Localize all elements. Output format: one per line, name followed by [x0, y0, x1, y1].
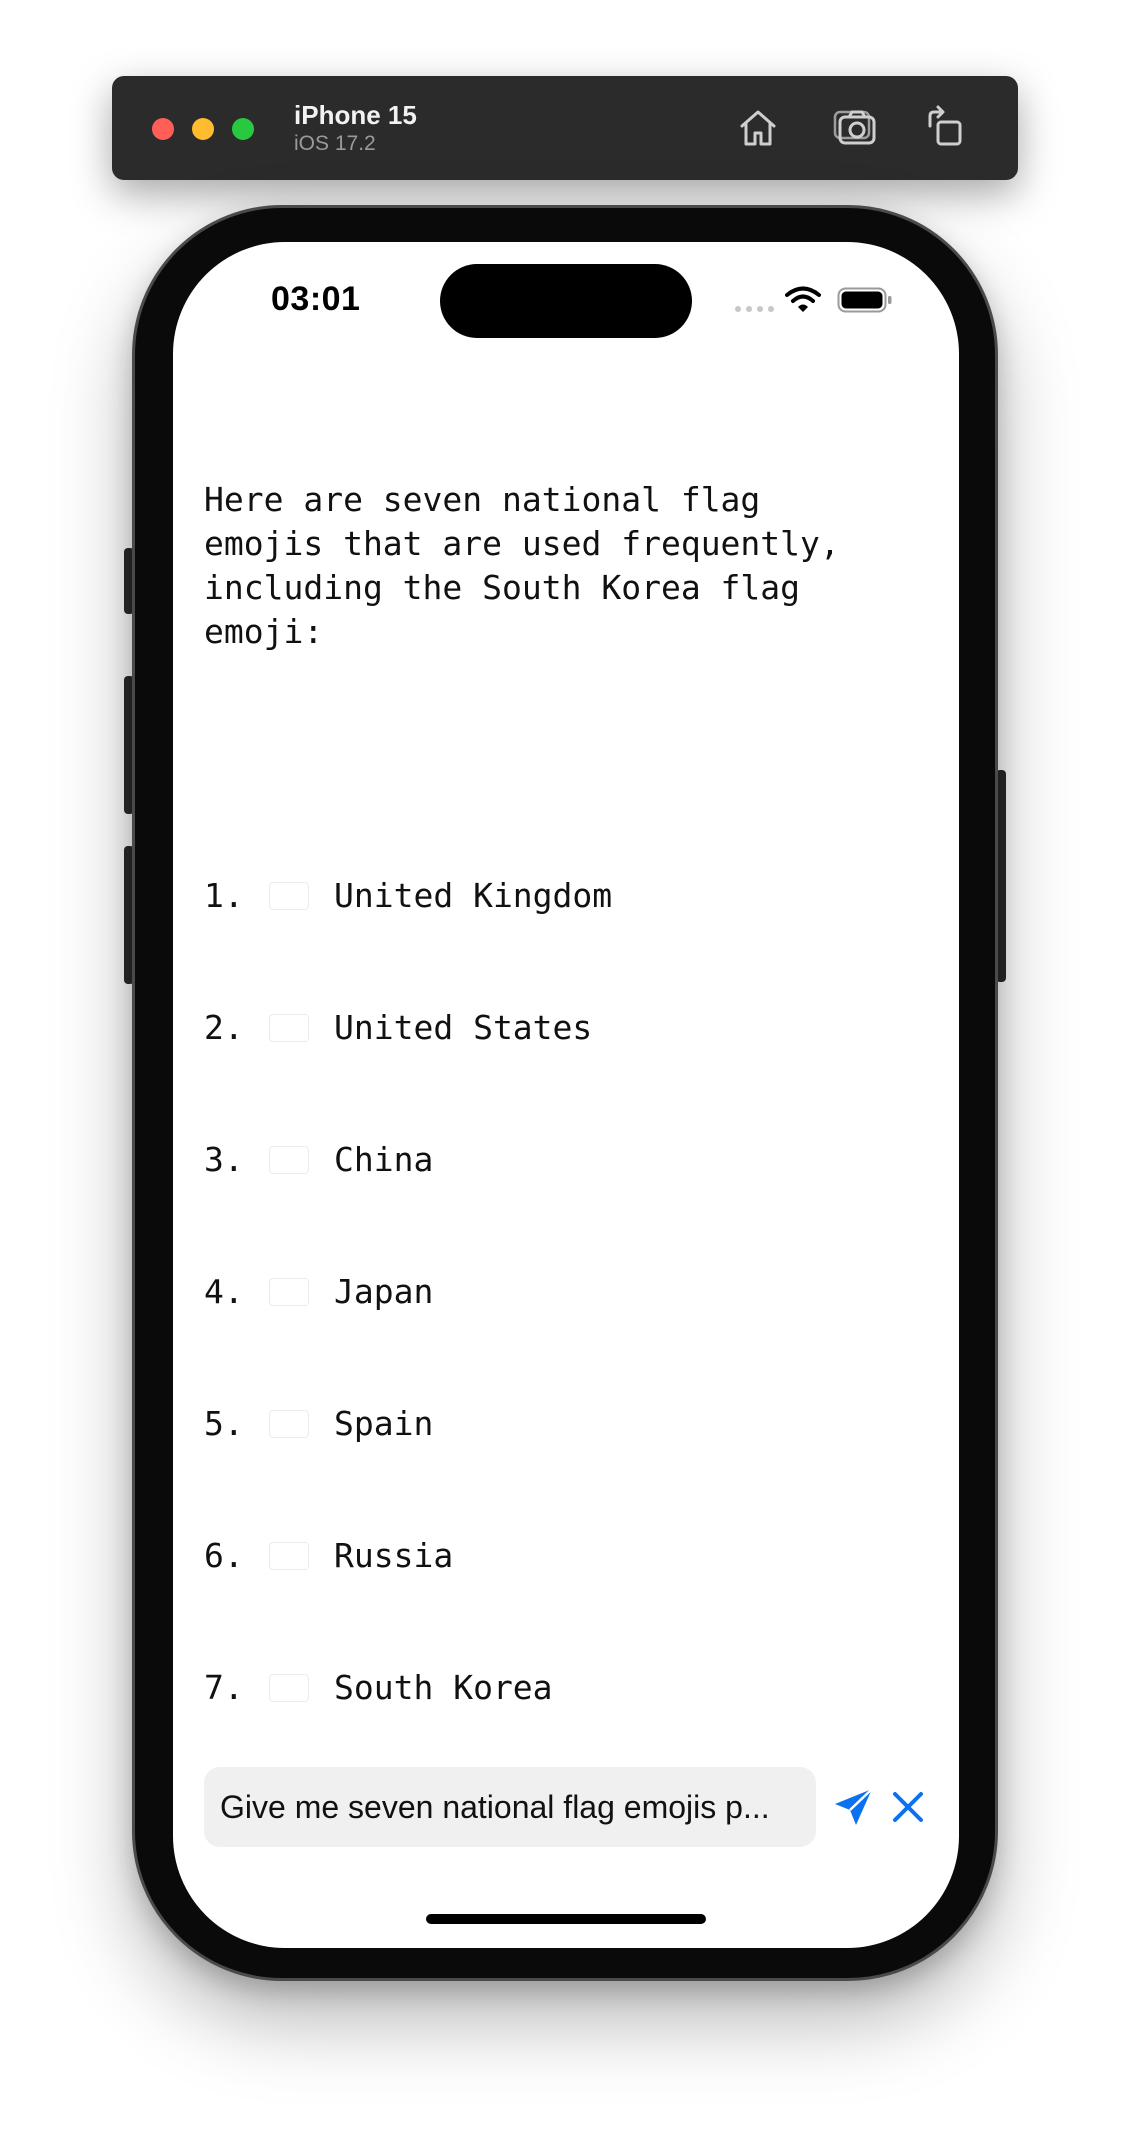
- list-item: 7. South Korea: [204, 1666, 934, 1710]
- list-item: 2. United States: [204, 1006, 934, 1050]
- list-item: 1. United Kingdom: [204, 874, 934, 918]
- list-number: 7.: [204, 1668, 244, 1707]
- flag-gb-icon: [270, 883, 308, 909]
- flag-jp-icon: [270, 1279, 308, 1305]
- list-number: 4.: [204, 1272, 244, 1311]
- list-item: 4. Japan: [204, 1270, 934, 1314]
- cellular-signal-icon: [735, 306, 774, 312]
- list-item: 5. Spain: [204, 1402, 934, 1446]
- simulator-title-bar: iPhone 15 iOS 17.2: [112, 76, 1018, 180]
- flag-kr-icon: [270, 1675, 308, 1701]
- home-icon[interactable]: [732, 102, 784, 154]
- dynamic-island: [440, 264, 692, 338]
- minimize-window-button[interactable]: [192, 118, 214, 140]
- device-name: iPhone 15: [294, 100, 417, 130]
- screenshot-icon[interactable]: [830, 102, 882, 154]
- wifi-icon: [785, 286, 821, 314]
- prompt-input[interactable]: Give me seven national flag emojis p...: [204, 1767, 816, 1847]
- country-name: United Kingdom: [334, 876, 613, 915]
- close-window-button[interactable]: [152, 118, 174, 140]
- list-number: 5.: [204, 1404, 244, 1443]
- country-name: China: [334, 1140, 434, 1179]
- zoom-window-button[interactable]: [232, 118, 254, 140]
- response-intro: Here are seven national flag emojis that…: [204, 480, 840, 651]
- flag-us-icon: [270, 1015, 308, 1041]
- flag-list: 1. United Kingdom 2. United States 3. Ch…: [204, 786, 934, 1798]
- status-time: 03:01: [271, 280, 361, 318]
- list-number: 2.: [204, 1008, 244, 1047]
- battery-icon: [837, 286, 893, 314]
- country-name: Japan: [334, 1272, 434, 1311]
- flag-cn-icon: [270, 1147, 308, 1173]
- list-item: 3. China: [204, 1138, 934, 1182]
- country-name: South Korea: [334, 1668, 553, 1707]
- close-icon[interactable]: [889, 1788, 927, 1826]
- device-os-version: iOS 17.2: [294, 132, 376, 155]
- phone-screen: 03:01 Here are seven national flag emoji…: [173, 242, 959, 1948]
- response-text: Here are seven national flag emojis that…: [204, 390, 934, 1886]
- country-name: Spain: [334, 1404, 434, 1443]
- list-number: 3.: [204, 1140, 244, 1179]
- list-number: 1.: [204, 876, 244, 915]
- home-indicator: [426, 1914, 706, 1924]
- flag-es-icon: [270, 1411, 308, 1437]
- list-number: 6.: [204, 1536, 244, 1575]
- list-item: 6. Russia: [204, 1534, 934, 1578]
- send-icon[interactable]: [831, 1784, 877, 1830]
- country-name: United States: [334, 1008, 593, 1047]
- country-name: Russia: [334, 1536, 454, 1575]
- flag-ru-icon: [270, 1543, 308, 1569]
- prompt-input-value[interactable]: Give me seven national flag emojis p...: [220, 1789, 800, 1826]
- rotate-icon[interactable]: [920, 102, 972, 154]
